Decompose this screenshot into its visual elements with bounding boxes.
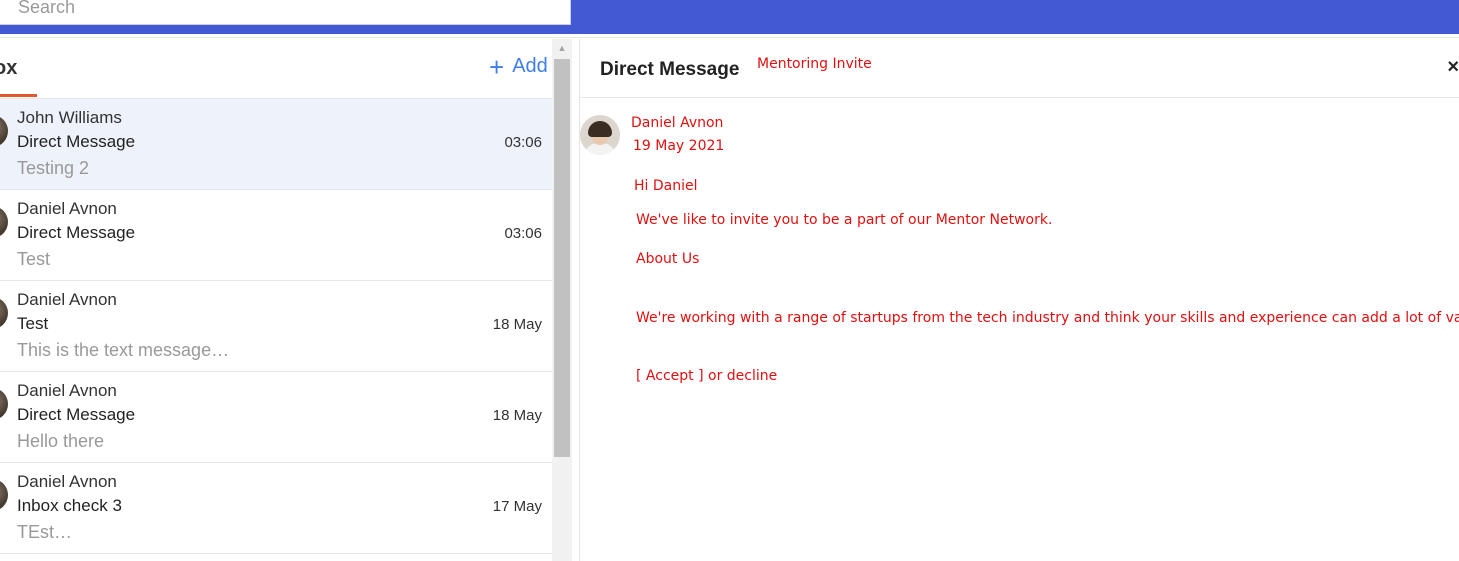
message-row[interactable]: Daniel Avnon Inbox check 3 17 May TEst… — [0, 463, 552, 554]
add-button[interactable]: + Add — [489, 51, 548, 82]
message-row[interactable]: Daniel Avnon Test 18 May This is the tex… — [0, 281, 552, 372]
scrollbar-thumb[interactable] — [554, 59, 570, 457]
message-time: 03:06 — [504, 225, 542, 242]
message-subject-title: Mentoring Invite — [757, 56, 872, 72]
message-body-line: We're working with a range of startups f… — [636, 310, 1459, 326]
message-subject: Inbox check 3 — [17, 496, 122, 515]
decline-link[interactable]: or decline — [704, 368, 777, 384]
message-row[interactable]: John Williams Direct Message 03:06 Testi… — [0, 99, 552, 190]
message-time: 17 May — [492, 498, 542, 515]
message-detail-header: Direct Message Mentoring Invite × — [580, 39, 1459, 98]
top-bar-divider — [0, 34, 1459, 38]
message-detail-title: Direct Message — [600, 59, 740, 80]
invite-actions: [ Accept ] or decline — [636, 368, 777, 384]
sender-date: 19 May 2021 — [633, 138, 725, 154]
search-input[interactable] — [0, 0, 570, 24]
message-detail-panel: Direct Message Mentoring Invite × Daniel… — [580, 39, 1459, 561]
message-subject: Direct Message — [17, 223, 136, 242]
search-box[interactable] — [0, 0, 571, 25]
message-preview: TEst… — [17, 522, 73, 542]
message-subject: Direct Message — [17, 405, 136, 424]
avatar — [0, 115, 8, 147]
message-sender: Daniel Avnon — [17, 472, 117, 491]
sender-name: Daniel Avnon — [631, 115, 724, 131]
avatar — [0, 479, 8, 511]
message-preview: Test — [17, 249, 51, 269]
message-body-line: We've like to invite you to be a part of… — [636, 212, 1053, 228]
plus-icon: + — [489, 51, 505, 82]
message-sender: Daniel Avnon — [17, 381, 117, 400]
message-greeting: Hi Daniel — [634, 178, 698, 192]
inbox-panel: ox + Add John Williams Direct Message 03… — [0, 39, 552, 561]
message-list: John Williams Direct Message 03:06 Testi… — [0, 99, 552, 554]
message-row[interactable]: Daniel Avnon Direct Message 03:06 Test — [0, 190, 552, 281]
scroll-up-arrow-icon[interactable]: ▲ — [552, 39, 572, 57]
message-subject: Direct Message — [17, 132, 136, 151]
message-time: 18 May — [492, 316, 542, 333]
message-subject: Test — [17, 314, 49, 333]
message-sender: John Williams — [17, 108, 122, 127]
avatar — [0, 388, 8, 420]
inbox-header: ox + Add — [0, 39, 552, 99]
message-row[interactable]: Daniel Avnon Direct Message 18 May Hello… — [0, 372, 552, 463]
avatar — [0, 297, 8, 329]
add-button-label: Add — [512, 55, 548, 77]
accept-link[interactable]: [ Accept ] — [636, 368, 704, 384]
avatar — [0, 206, 8, 238]
message-about-heading: About Us — [636, 251, 700, 267]
close-icon[interactable]: × — [1447, 56, 1459, 79]
list-scrollbar[interactable]: ▲ — [552, 39, 572, 561]
tab-inbox[interactable]: ox — [0, 57, 17, 80]
message-preview: Testing 2 — [17, 158, 90, 178]
message-sender: Daniel Avnon — [17, 199, 117, 218]
message-sender: Daniel Avnon — [17, 290, 117, 309]
message-time: 03:06 — [504, 134, 542, 151]
message-time: 18 May — [492, 407, 542, 424]
tab-active-indicator — [0, 94, 37, 97]
message-preview: This is the text message… — [17, 340, 230, 360]
avatar — [580, 115, 620, 155]
message-preview: Hello there — [17, 431, 105, 451]
